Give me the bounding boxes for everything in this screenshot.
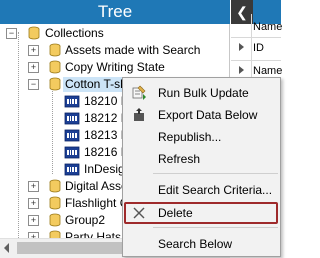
database-icon <box>49 196 61 210</box>
grid-row[interactable]: ID <box>231 37 281 61</box>
tree-title: Tree <box>0 0 230 24</box>
tree-item-label: 18216 L <box>84 145 128 159</box>
scroll-left-icon[interactable] <box>4 243 9 253</box>
tree-item-copy-writing-state[interactable]: + Copy Writing State <box>0 59 230 76</box>
grid-row[interactable]: Name <box>231 14 283 38</box>
menu-item-republish[interactable]: Republish... <box>123 126 280 148</box>
menu-item-label: Search Below <box>158 237 233 251</box>
database-icon <box>49 43 61 57</box>
product-icon <box>64 163 80 176</box>
menu-item-label: Edit Search Criteria... <box>158 183 273 197</box>
menu-item-search-below[interactable]: Search Below <box>123 233 280 255</box>
grid-row-label: ID <box>253 42 264 54</box>
menu-separator <box>153 227 278 228</box>
product-icon <box>64 95 80 108</box>
tree-item-label: 18212 L <box>84 111 128 125</box>
tree-item-collections[interactable]: − Collections <box>0 25 230 42</box>
menu-item-label: Refresh <box>158 152 201 166</box>
export-icon <box>134 108 144 121</box>
grid-separator <box>251 37 252 60</box>
grid-separator <box>251 14 252 37</box>
database-icon <box>49 179 61 193</box>
menu-separator <box>153 173 278 174</box>
grid-row-label: Name <box>253 65 283 77</box>
tree-item-label: Copy Writing State <box>65 60 165 74</box>
row-arrow-icon <box>239 43 244 51</box>
menu-item-label: Export Data Below <box>158 108 258 122</box>
product-icon <box>64 146 80 159</box>
row-arrow-icon <box>239 66 244 74</box>
collapse-expander[interactable]: − <box>28 79 39 90</box>
context-menu: Run Bulk Update Export Data Below Republ… <box>122 77 281 257</box>
expand-expander[interactable]: + <box>28 62 39 73</box>
tree-item-assets-made-with-search[interactable]: + Assets made with Search <box>0 42 230 59</box>
tree-item-label: Assets made with Search <box>65 43 201 57</box>
database-icon <box>49 230 61 238</box>
grid-row-label: Name <box>253 21 283 33</box>
menu-item-run-bulk-update[interactable]: Run Bulk Update <box>123 82 280 104</box>
tree-item-label: Group2 <box>65 213 106 227</box>
database-icon <box>49 213 61 227</box>
tree-item-label: Party Hats <box>65 230 122 238</box>
expand-expander[interactable]: + <box>28 215 39 226</box>
expand-expander[interactable]: + <box>28 181 39 192</box>
menu-item-export-data-below[interactable]: Export Data Below <box>123 104 280 126</box>
menu-item-edit-search-criteria[interactable]: Edit Search Criteria... <box>123 179 280 201</box>
menu-item-label: Run Bulk Update <box>158 86 249 100</box>
product-icon <box>64 129 80 142</box>
tree-item-label: Collections <box>45 26 104 40</box>
database-icon <box>49 77 61 91</box>
delete-highlight-box <box>124 202 278 224</box>
product-icon <box>64 112 80 125</box>
expand-expander[interactable]: + <box>28 198 39 209</box>
bulk-update-icon <box>132 85 146 100</box>
database-icon <box>49 60 61 74</box>
collapse-expander[interactable]: − <box>6 28 17 39</box>
database-icon <box>28 26 40 40</box>
menu-item-label: Republish... <box>158 130 222 144</box>
menu-item-refresh[interactable]: Refresh <box>123 148 280 170</box>
expand-expander[interactable]: + <box>28 45 39 56</box>
